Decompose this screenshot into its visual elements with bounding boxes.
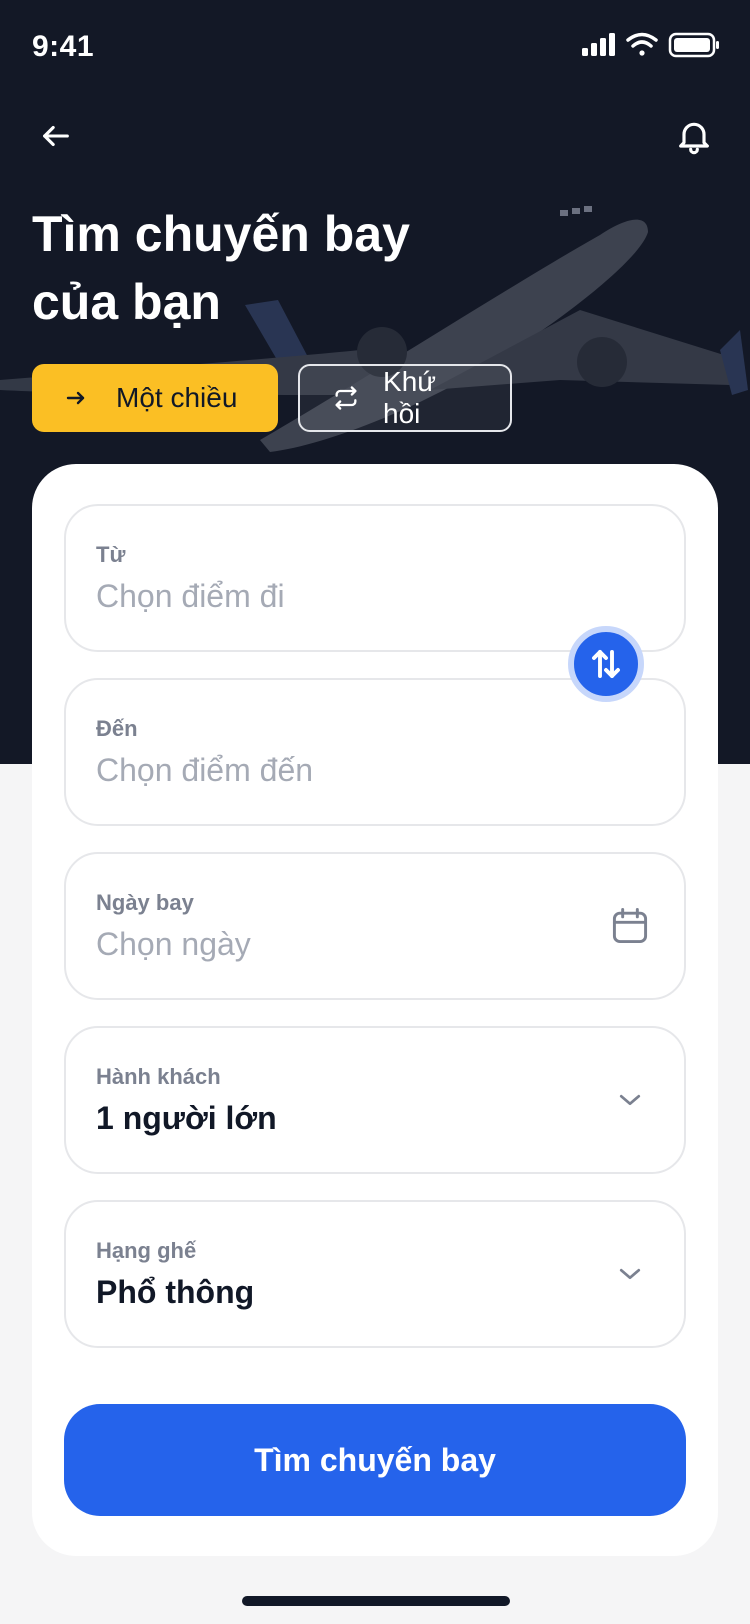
notifications-button[interactable] [664,106,724,166]
date-field[interactable]: Ngày bay Chọn ngày [64,852,686,1000]
from-label: Từ [96,542,126,567]
chevron-down-icon [608,1078,652,1122]
arrow-right-icon [64,386,94,410]
from-placeholder: Chọn điểm đi [96,578,285,614]
round-trip-label: Khứ hồi [383,366,437,429]
chevron-down-icon [608,1252,652,1296]
search-form-card: Từ Chọn điểm đi Đến Chọn điểm đến Ngày b… [32,464,718,1556]
status-bar: 9:41 [0,0,750,96]
page-title-line-2: của bạn [32,274,221,330]
cabin-class-field[interactable]: Hạng ghế Phổ thông [64,1200,686,1348]
repeat-icon [332,384,361,412]
passengers-value: 1 người lớn [96,1100,277,1136]
status-time: 9:41 [32,30,95,63]
trip-type-toggle: Một chiều Khứ hồi [32,364,512,432]
date-label: Ngày bay [96,890,194,915]
arrow-left-icon [43,125,69,147]
cabin-class-value: Phổ thông [96,1274,255,1310]
passengers-field[interactable]: Hành khách 1 người lớn [64,1026,686,1174]
one-way-button[interactable]: Một chiều [32,364,278,432]
back-button[interactable] [26,106,86,166]
bell-icon [679,122,709,155]
one-way-label: Một chiều [116,382,238,413]
round-trip-button[interactable]: Khứ hồi [298,364,512,432]
to-label: Đến [96,716,138,741]
wifi-icon [626,32,658,56]
to-field[interactable]: Đến Chọn điểm đến [64,678,686,826]
swap-locations-button[interactable] [568,626,644,702]
status-icons [582,32,719,58]
to-placeholder: Chọn điểm đến [96,752,314,788]
passengers-label: Hành khách [96,1064,221,1089]
date-placeholder: Chọn ngày [96,926,251,962]
battery-icon [668,32,719,58]
calendar-icon [608,904,652,948]
search-flights-button[interactable]: Tìm chuyến bay [64,1404,686,1516]
page-title: Tìm chuyến bay của bạn [32,200,552,336]
swap-vertical-icon [592,650,620,678]
cabin-class-label: Hạng ghế [96,1238,197,1263]
home-indicator [242,1596,510,1606]
signal-icon [582,33,615,56]
page-title-line-1: Tìm chuyến bay [32,206,410,262]
